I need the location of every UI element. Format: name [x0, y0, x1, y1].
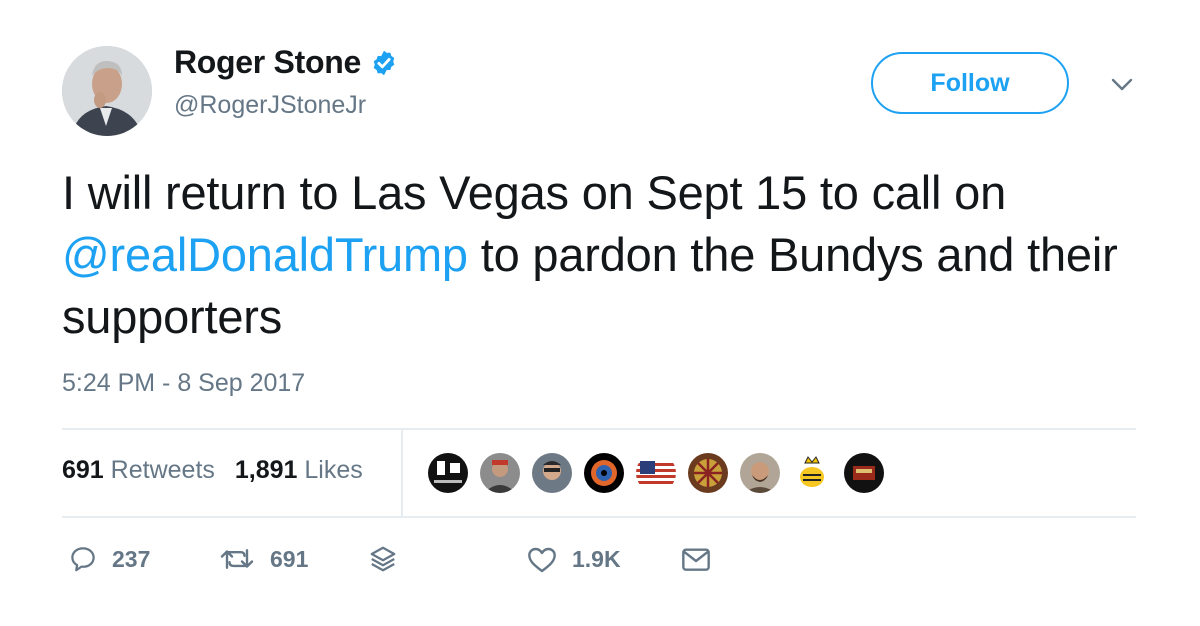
liker-avatar[interactable]: [790, 451, 834, 495]
retweets-count: 691: [62, 456, 104, 484]
reply-button[interactable]: 237: [68, 544, 150, 574]
likes-count: 1,891: [234, 456, 298, 484]
tweet-stats: 691 Retweets 1,891 Likes: [62, 456, 383, 485]
author-handle[interactable]: @RogerJStoneJr: [174, 91, 366, 120]
liker-avatar[interactable]: [582, 451, 626, 495]
heart-icon: [528, 547, 556, 573]
divider: [62, 428, 1136, 430]
liker-avatar[interactable]: [478, 451, 522, 495]
reply-icon: [71, 547, 95, 572]
retweet-icon: [220, 549, 254, 569]
author-avatar[interactable]: [62, 46, 152, 136]
likes-stat[interactable]: 1,891 Likes: [235, 456, 363, 485]
retweet-button[interactable]: 691: [218, 544, 308, 574]
divider: [62, 516, 1136, 518]
layers-icon: [370, 546, 396, 572]
liker-avatar[interactable]: [426, 451, 470, 495]
tweet-text-part: I will return to Las Vegas on Sept 15 to…: [62, 166, 1007, 219]
follow-button[interactable]: Follow: [871, 52, 1069, 114]
tweet-text: I will return to Las Vegas on Sept 15 to…: [62, 162, 1152, 348]
tweet-actions: 237 691 1.9K: [62, 544, 1162, 584]
liker-avatar[interactable]: [842, 451, 886, 495]
retweets-stat[interactable]: 691 Retweets: [62, 456, 215, 485]
likers-avatars: [426, 451, 894, 495]
liker-avatar[interactable]: [738, 451, 782, 495]
reply-count: 237: [112, 545, 151, 572]
add-to-moment-button[interactable]: [368, 544, 398, 574]
chevron-down-icon[interactable]: [1108, 74, 1136, 94]
like-count: 1.9K: [572, 545, 621, 572]
liker-avatar[interactable]: [686, 451, 730, 495]
tweet-timestamp[interactable]: 5:24 PM - 8 Sep 2017: [62, 369, 305, 398]
envelope-icon: [682, 548, 710, 571]
profile-photo-icon: [62, 46, 152, 136]
liker-avatar[interactable]: [530, 451, 574, 495]
author-name-row: Roger Stone: [174, 44, 398, 81]
author-name[interactable]: Roger Stone: [174, 44, 361, 81]
likes-label: Likes: [304, 456, 363, 484]
mention-link[interactable]: @realDonaldTrump: [62, 228, 468, 281]
stats-divider: [401, 430, 403, 516]
retweet-count: 691: [270, 545, 309, 572]
liker-avatar[interactable]: [634, 451, 678, 495]
verified-badge-icon: [373, 50, 395, 75]
like-button[interactable]: 1.9K: [526, 544, 621, 574]
direct-message-button[interactable]: [680, 544, 712, 574]
retweets-label: Retweets: [110, 456, 215, 484]
